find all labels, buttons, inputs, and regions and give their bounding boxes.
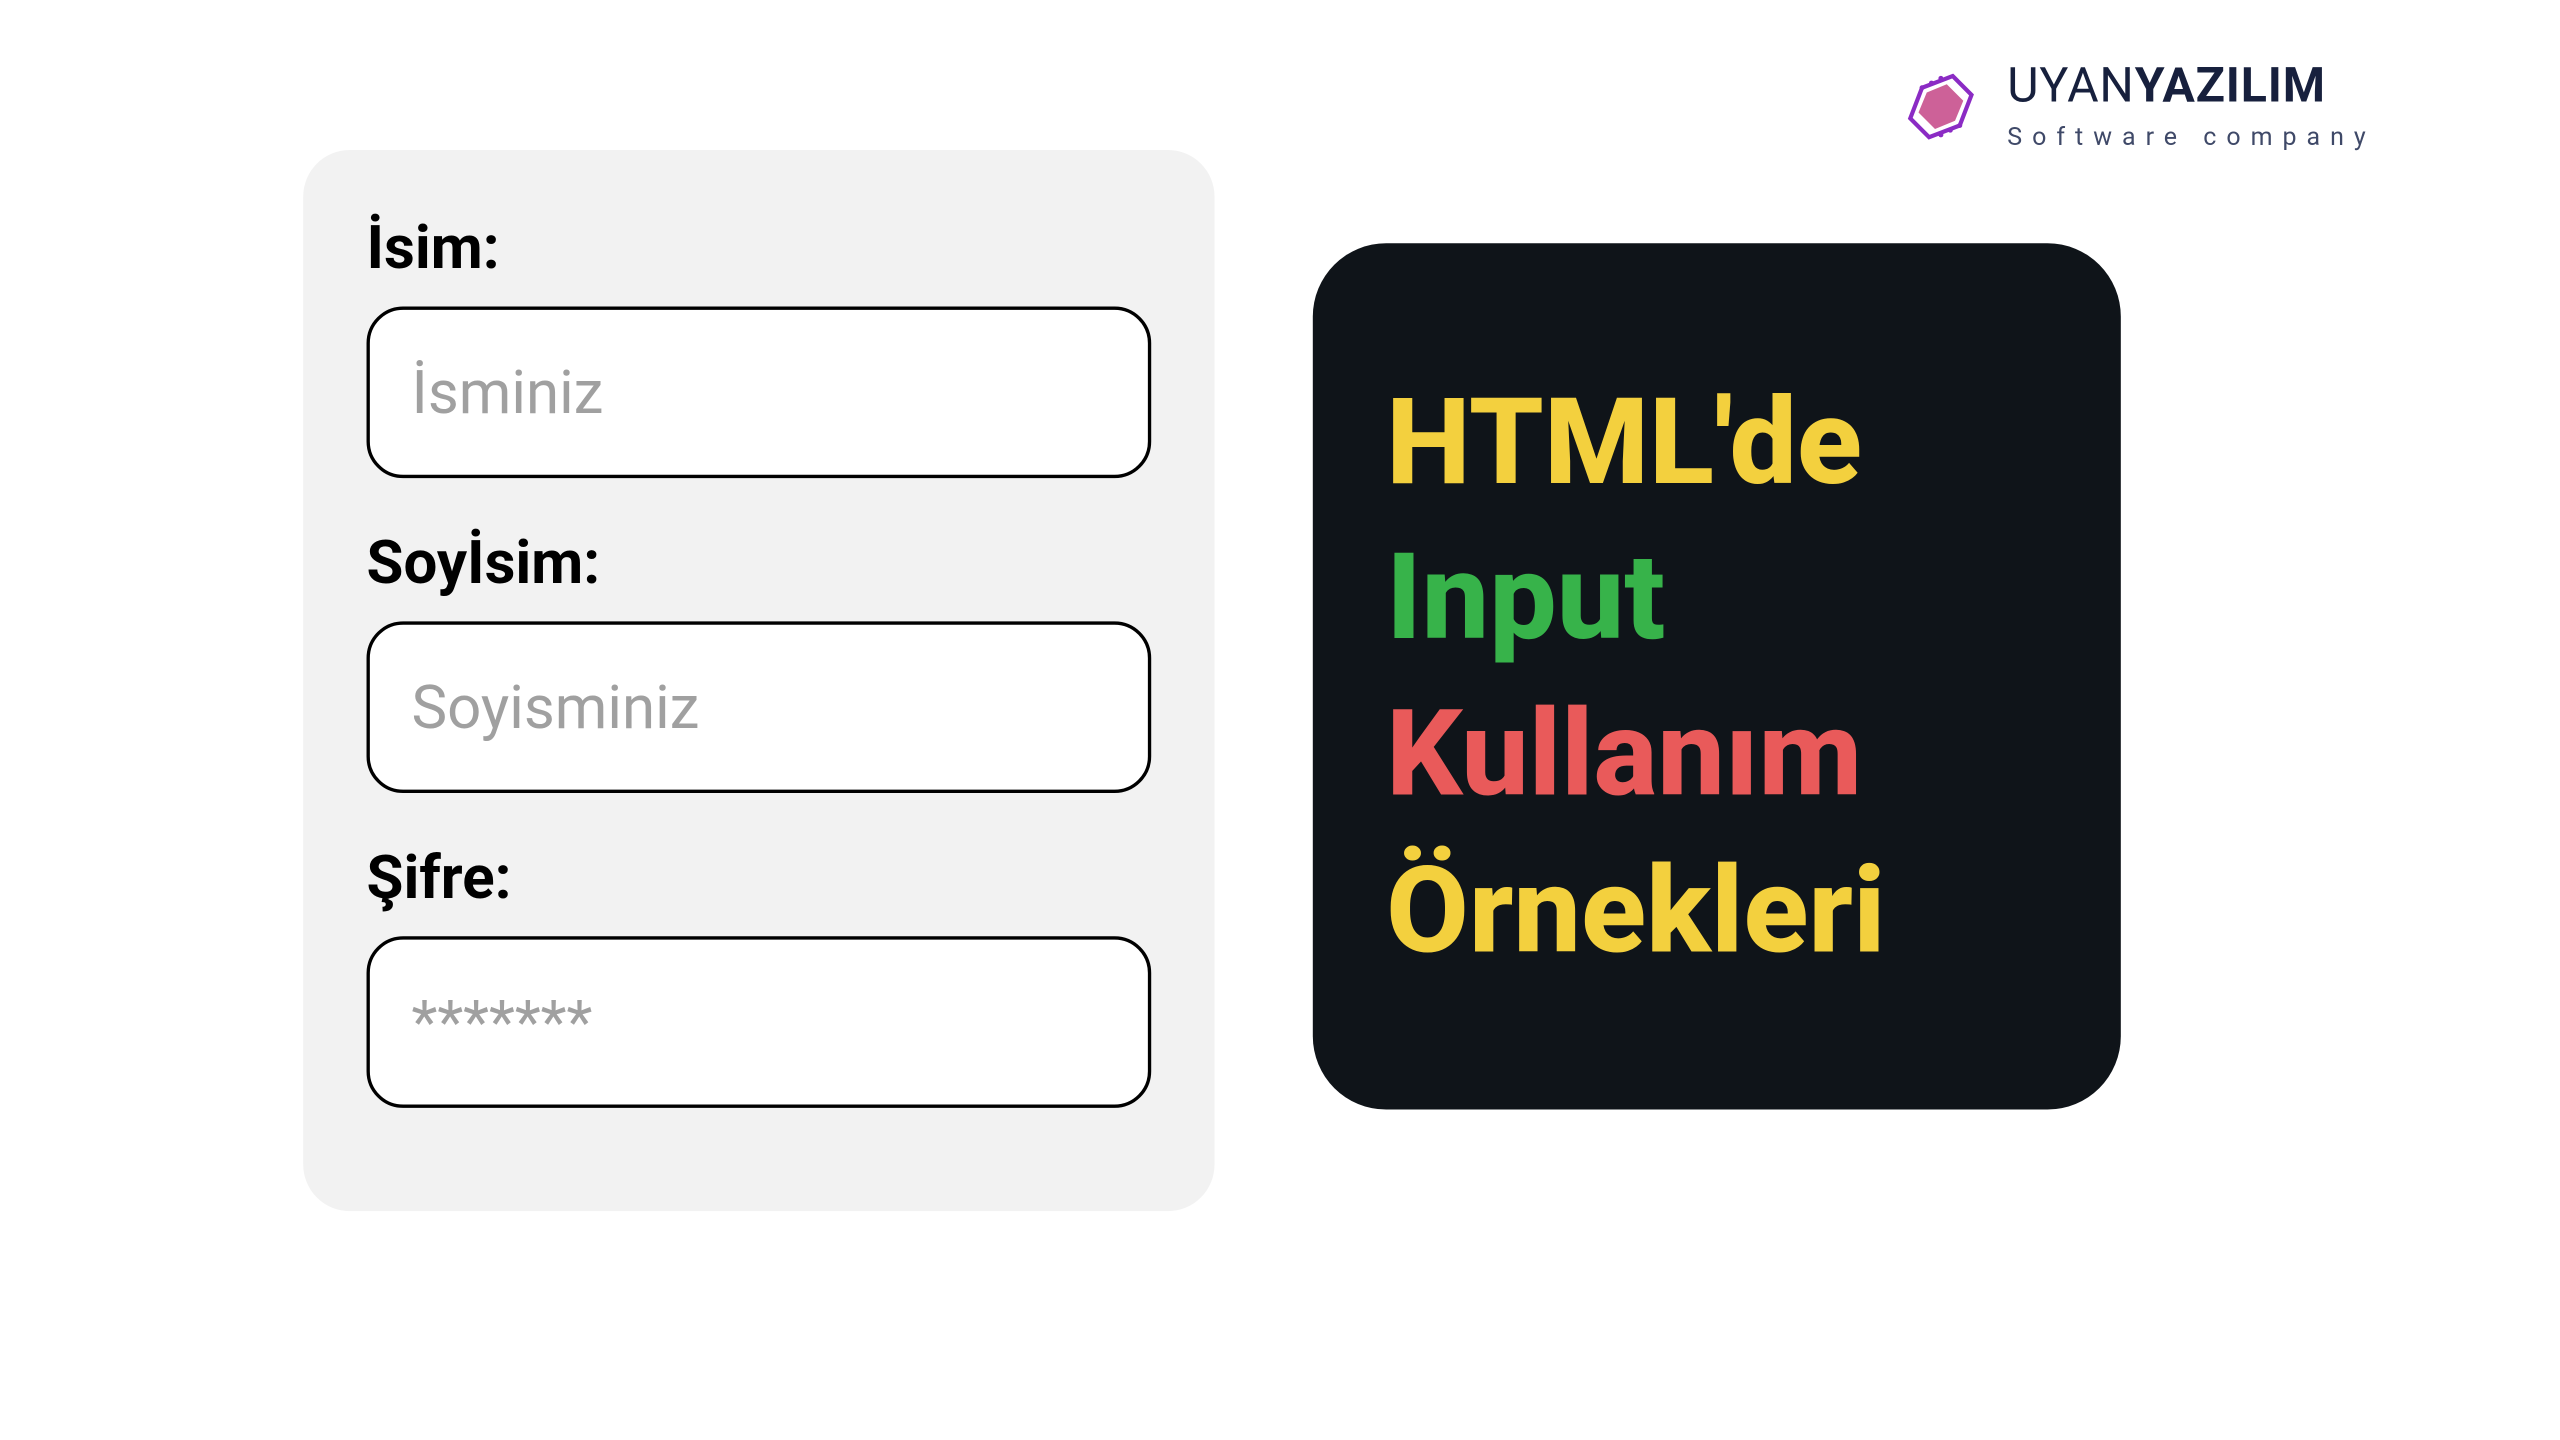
form-card: İsim: Soyİsim: Şifre: <box>303 150 1214 1211</box>
password-label: Şifre: <box>367 843 1152 913</box>
brand-logo: UYANYAZILIM Software company <box>1897 63 2375 151</box>
title-line-3: Kullanım <box>1386 676 1885 832</box>
form-group-surname: Soyİsim: <box>367 528 1152 793</box>
logo-tagline: Software company <box>2007 122 2375 152</box>
form-group-name: İsim: <box>367 213 1152 478</box>
title-line-2: Input <box>1386 520 1885 676</box>
logo-icon <box>1897 63 1984 150</box>
title-line-4: Örnekleri <box>1386 832 1885 988</box>
name-label: İsim: <box>367 213 1152 283</box>
title-line-1: HTML'de <box>1386 365 1885 521</box>
title-text: HTML'de Input Kullanım Örnekleri <box>1386 365 1885 989</box>
surname-input[interactable] <box>367 621 1152 793</box>
title-card: HTML'de Input Kullanım Örnekleri <box>1313 243 2121 1109</box>
form-group-password: Şifre: <box>367 843 1152 1108</box>
logo-brand-name: UYANYAZILIM <box>2007 63 2375 111</box>
surname-label: Soyİsim: <box>367 528 1152 598</box>
name-input[interactable] <box>367 307 1152 479</box>
password-input[interactable] <box>367 936 1152 1108</box>
